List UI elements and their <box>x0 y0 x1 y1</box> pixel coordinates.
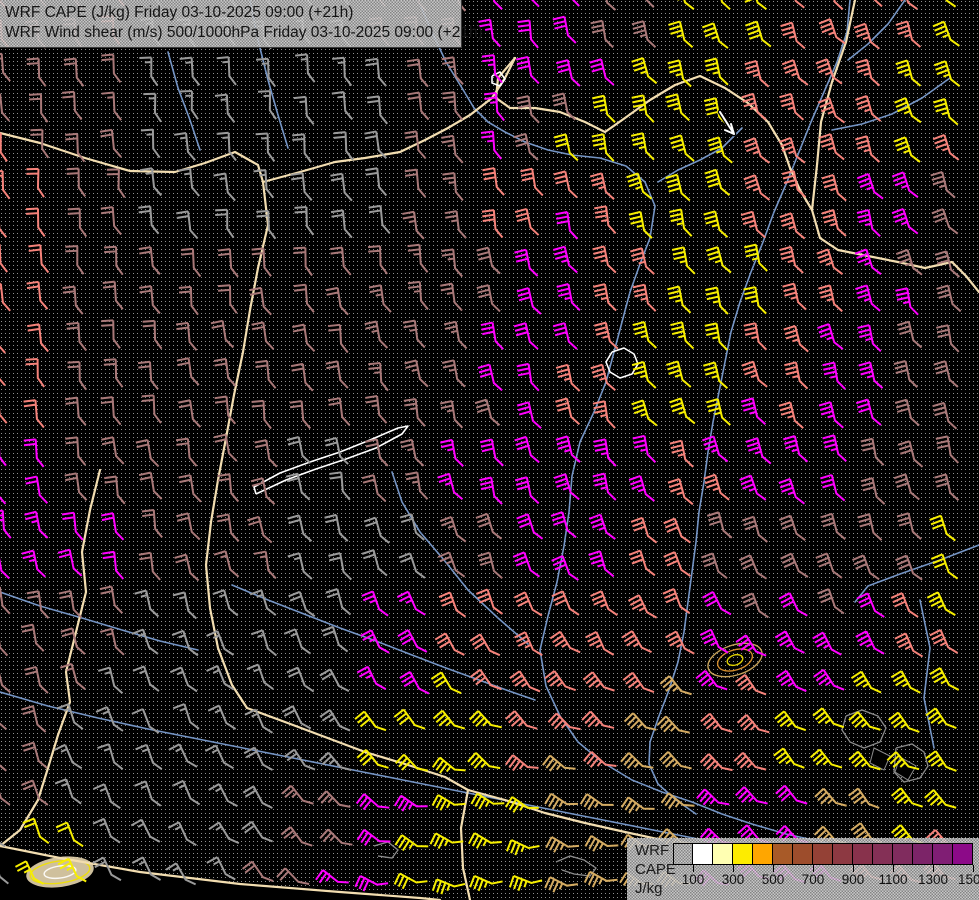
legend-swatch <box>833 843 853 865</box>
legend-tick-label: 1100 <box>871 872 915 887</box>
title-cape-line: WRF CAPE (J/kg) Friday 03-10-2025 09:00 … <box>5 3 461 23</box>
legend-swatch <box>673 843 693 865</box>
legend-caption: WRF CAPE J/kg <box>635 841 676 898</box>
legend-swatch <box>693 843 713 865</box>
legend-swatch <box>753 843 773 865</box>
map-title-overlay: WRF CAPE (J/kg) Friday 03-10-2025 09:00 … <box>0 0 462 48</box>
legend-tick-mark <box>973 865 974 872</box>
legend-tick-mark <box>773 865 774 872</box>
legend-tick-mark <box>733 865 734 872</box>
legend-caption-line1: WRF <box>635 841 676 860</box>
legend-tick-label: 100 <box>671 872 715 887</box>
legend-tick-label: 700 <box>791 872 835 887</box>
legend-swatch <box>933 843 953 865</box>
wrf-map-viewport: WRF CAPE (J/kg) Friday 03-10-2025 09:00 … <box>0 0 979 900</box>
title-shear-line: WRF Wind shear (m/s) 500/1000hPa Friday … <box>5 23 461 43</box>
legend-tick-mark <box>853 865 854 872</box>
legend-tick-label: 300 <box>711 872 755 887</box>
legend-tick-mark <box>693 865 694 872</box>
legend-swatch <box>713 843 733 865</box>
legend-swatch <box>733 843 753 865</box>
legend-tick-mark <box>813 865 814 872</box>
legend-tick-mark <box>893 865 894 872</box>
legend-swatch <box>773 843 793 865</box>
cape-legend: WRF CAPE J/kg 10030050070090011001300150… <box>627 838 979 900</box>
legend-caption-line3: J/kg <box>635 879 676 898</box>
legend-swatch <box>873 843 893 865</box>
legend-colorbar <box>673 843 973 865</box>
legend-tick-label: 1500 <box>951 872 979 887</box>
legend-tick-mark <box>933 865 934 872</box>
legend-caption-line2: CAPE <box>635 860 676 879</box>
legend-swatch <box>893 843 913 865</box>
legend-swatch <box>953 843 973 865</box>
legend-swatch <box>793 843 813 865</box>
weather-map <box>0 0 979 900</box>
legend-swatch <box>813 843 833 865</box>
legend-tick-label: 1300 <box>911 872 955 887</box>
legend-tick-label: 500 <box>751 872 795 887</box>
legend-tick-label: 900 <box>831 872 875 887</box>
legend-swatch <box>853 843 873 865</box>
legend-swatch <box>913 843 933 865</box>
